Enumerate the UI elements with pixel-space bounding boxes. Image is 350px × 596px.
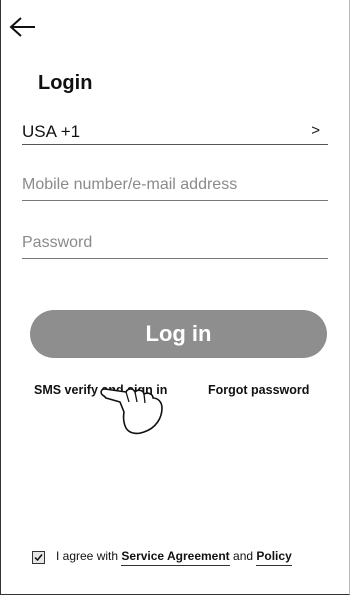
agree-prefix: I agree with [56,549,119,563]
password-input[interactable] [22,230,322,256]
check-icon [34,554,43,562]
hand-pointer-icon [100,388,163,435]
agree-and-text: and [233,549,254,563]
country-selector[interactable]: USA +1 > [22,112,328,145]
agree-checkbox[interactable] [32,551,45,564]
chevron-right-icon: > [311,122,320,139]
forgot-password-link[interactable]: Forgot password [208,383,309,397]
mobile-field-wrapper [22,168,328,201]
back-button[interactable] [8,14,38,40]
policy-link[interactable]: Policy [256,549,292,566]
page-title: Login [38,72,93,94]
service-agreement-link[interactable]: Service Agreement [121,549,230,566]
login-button[interactable]: Log in [30,310,327,358]
mobile-email-input[interactable] [22,172,322,198]
password-field-wrapper [22,226,328,259]
country-code-value: USA +1 [22,122,81,141]
arrow-left-icon [9,17,35,37]
agreement-text: I agree with Service Agreement and Polic… [56,549,292,566]
